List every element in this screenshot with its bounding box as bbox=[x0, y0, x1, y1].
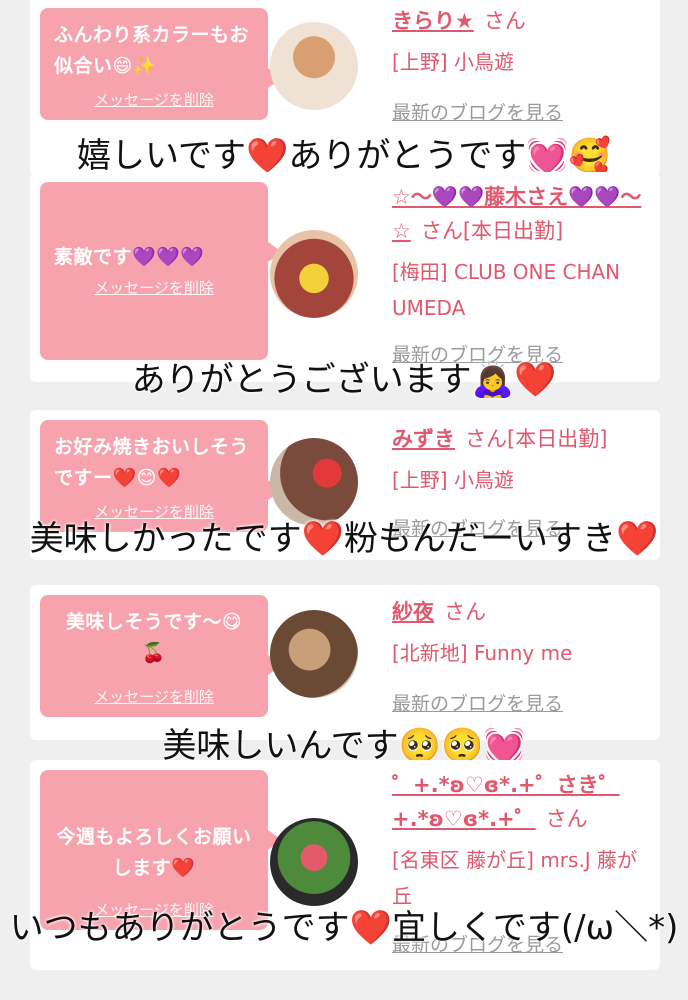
avatar[interactable] bbox=[270, 230, 358, 318]
avatar[interactable] bbox=[270, 22, 358, 110]
delete-message-link[interactable]: メッセージを削除 bbox=[40, 277, 268, 298]
message-bubble: 素敵です💜💜💜 メッセージを削除 bbox=[40, 182, 282, 360]
name-suffix: さん bbox=[465, 427, 507, 451]
latest-blog-link[interactable]: 最新のブログを見る bbox=[392, 98, 563, 125]
message-card: 素敵です💜💜💜 メッセージを削除 ☆〜💜💜藤木さえ💜💜〜☆ さん[本日出勤] [梅… bbox=[30, 172, 660, 382]
profile-info: ゜+.*ʚ♡ɞ*.+゜さき゜+.*ʚ♡ɞ*.+゜ さん [名東区 藤が丘] mrs… bbox=[392, 768, 652, 914]
overlay-caption: ありがとうございます🙇‍♀️❤️ bbox=[131, 360, 557, 400]
message-text: 素敵です💜💜💜 bbox=[54, 246, 205, 268]
delete-message-link[interactable]: メッセージを削除 bbox=[40, 89, 268, 110]
avatar[interactable] bbox=[270, 438, 358, 526]
avatar[interactable] bbox=[270, 818, 358, 906]
delete-message-link[interactable]: メッセージを削除 bbox=[40, 686, 268, 707]
message-text: ふんわり系カラーもお似合い😄✨ bbox=[54, 24, 250, 77]
profile-info: みずき さん[本日出勤] [上野] 小鳥遊 bbox=[392, 422, 652, 498]
name-suffix: さん bbox=[420, 219, 463, 243]
profile-info: 紗夜 さん [北新地] Funny me bbox=[392, 595, 652, 671]
shop-place: [梅田] CLUB ONE CHAN UMEDA bbox=[392, 260, 621, 320]
message-card: 美味しそうです〜😋🍒 メッセージを削除 紗夜 さん [北新地] Funny me … bbox=[30, 585, 660, 740]
overlay-caption: いつもありがとうです❤️宜しくです(/ω＼*) bbox=[9, 908, 679, 948]
avatar[interactable] bbox=[270, 610, 358, 698]
profile-name-link[interactable]: みずき bbox=[392, 427, 455, 451]
profile-name-link[interactable]: きらり★ bbox=[392, 9, 474, 33]
shop-place: [北新地] Funny me bbox=[392, 641, 573, 665]
shop-place: [上野] 小鳥遊 bbox=[392, 468, 514, 492]
message-bubble: 美味しそうです〜😋🍒 メッセージを削除 bbox=[40, 595, 282, 717]
latest-blog-link[interactable]: 最新のブログを見る bbox=[392, 689, 563, 716]
overlay-caption: 美味しかったです❤️粉もんだーいすき❤️ bbox=[29, 519, 659, 559]
overlay-caption: 嬉しいです❤️ありがとうです💓🥰 bbox=[77, 136, 611, 176]
profile-name-link[interactable]: 紗夜 bbox=[392, 600, 434, 624]
name-suffix: さん bbox=[545, 807, 588, 831]
message-text: 美味しそうです〜😋🍒 bbox=[65, 611, 243, 664]
name-suffix: さん bbox=[483, 9, 526, 33]
status-badge: [本日出勤] bbox=[462, 219, 564, 243]
status-badge: [本日出勤] bbox=[507, 427, 608, 451]
shop-place: [上野] 小鳥遊 bbox=[392, 50, 514, 74]
message-bubble: ふんわり系カラーもお似合い😄✨ メッセージを削除 bbox=[40, 8, 282, 120]
message-text: お好み焼きおいしそうですー❤️😊❤️ bbox=[54, 436, 250, 489]
name-suffix: さん bbox=[444, 600, 486, 624]
profile-info: きらり★ さん [上野] 小鳥遊 bbox=[392, 4, 652, 80]
profile-info: ☆〜💜💜藤木さえ💜💜〜☆ さん[本日出勤] [梅田] CLUB ONE CHAN … bbox=[392, 180, 652, 326]
message-text: 今週もよろしくお願いします❤️ bbox=[56, 826, 252, 879]
